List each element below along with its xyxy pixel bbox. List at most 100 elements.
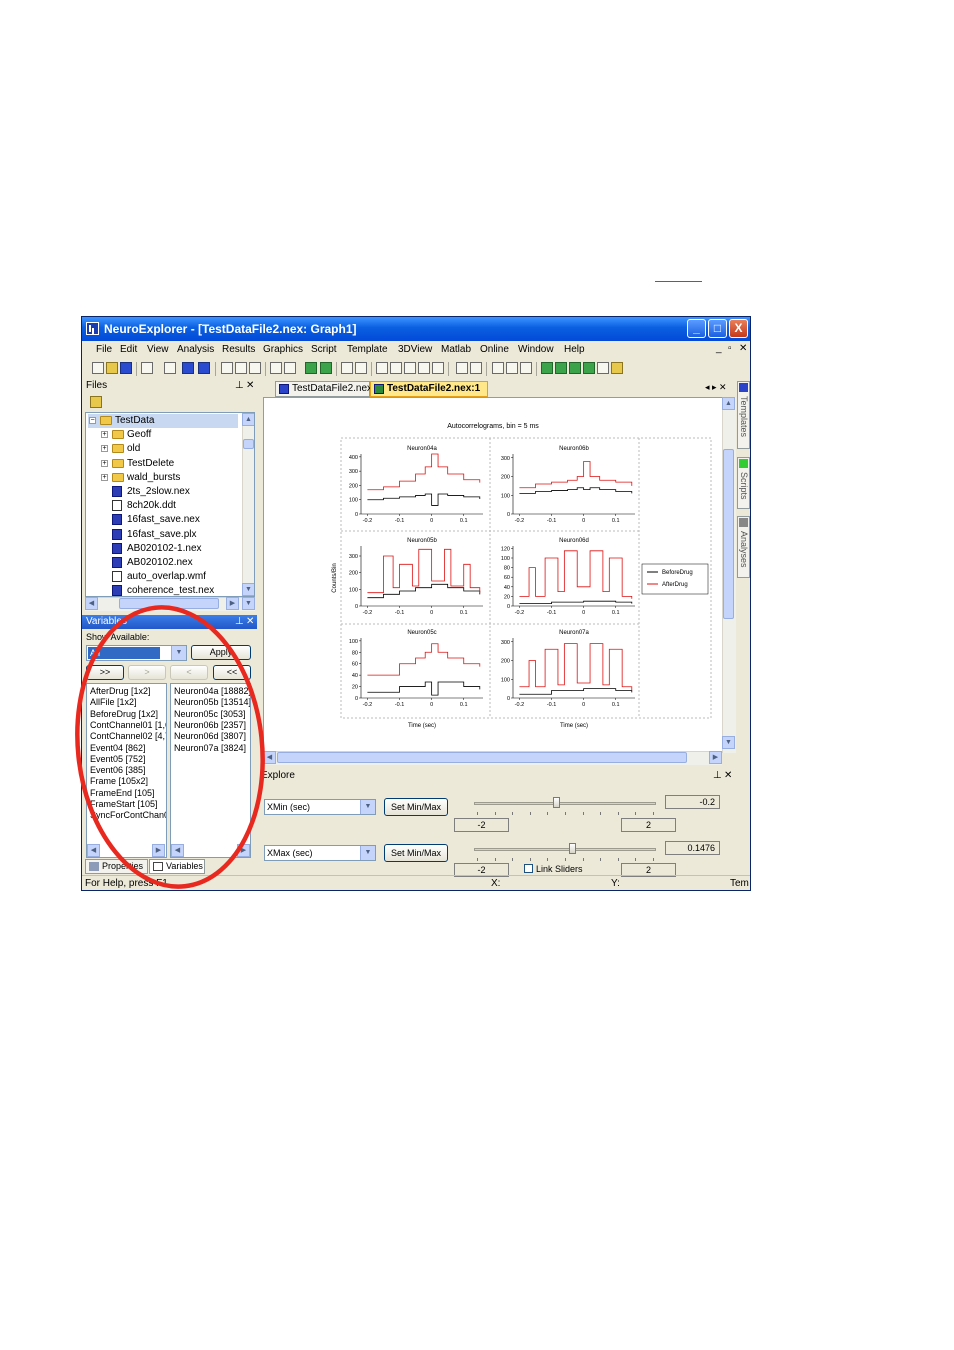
tab-nav-icon[interactable]: ◂ ▸ ✕: [705, 382, 727, 393]
close-button[interactable]: X: [729, 319, 748, 338]
tree-item[interactable]: + TestDelete: [100, 457, 238, 471]
graph-icon[interactable]: [198, 362, 210, 374]
rect-tool-icon[interactable]: [520, 362, 532, 374]
cut-icon[interactable]: [221, 362, 233, 374]
menu-template[interactable]: Template: [347, 344, 388, 355]
xmax-slider-thumb[interactable]: [569, 843, 577, 854]
grid-icon[interactable]: [164, 362, 176, 374]
mdi-close-icon[interactable]: ✕: [739, 343, 747, 354]
layout-5-icon[interactable]: [432, 362, 444, 374]
scroll-down-arrow[interactable]: ▼: [722, 736, 735, 749]
help-icon[interactable]: [611, 362, 623, 374]
layout-4-icon[interactable]: [418, 362, 430, 374]
open-icon[interactable]: [106, 362, 118, 374]
new-icon[interactable]: [92, 362, 104, 374]
font-style-icon[interactable]: [470, 362, 482, 374]
layout-3-icon[interactable]: [404, 362, 416, 374]
tree-item[interactable]: + wald_bursts: [100, 471, 238, 485]
y-tick-label: 300: [349, 554, 358, 560]
xmin-slider-thumb[interactable]: [552, 797, 560, 808]
open-folder-icon[interactable]: [90, 396, 102, 408]
tree-item[interactable]: + Geoff: [100, 428, 238, 442]
save-icon[interactable]: [120, 362, 132, 374]
tree-item[interactable]: − TestData: [88, 414, 238, 428]
set-min-max-button[interactable]: Set Min/Max: [384, 798, 448, 816]
mdi-restore-icon[interactable]: ▫: [728, 343, 732, 354]
menu-window[interactable]: Window: [518, 344, 554, 355]
expand-icon[interactable]: +: [101, 431, 108, 439]
go-forward-icon[interactable]: [569, 362, 581, 374]
tree-item[interactable]: auto_overlap.wmf: [100, 570, 238, 584]
menu-view[interactable]: View: [147, 344, 169, 355]
xmax-slider-track[interactable]: [474, 848, 656, 851]
tree-item[interactable]: 2ts_2slow.nex: [100, 485, 238, 499]
tab-templates[interactable]: Templates: [737, 381, 750, 449]
close-icon[interactable]: ✕: [724, 770, 732, 781]
expand-icon[interactable]: −: [89, 417, 96, 424]
menu-online[interactable]: Online: [480, 344, 509, 355]
run-analysis-icon[interactable]: [305, 362, 317, 374]
line-tool-icon[interactable]: [506, 362, 518, 374]
go-start-icon[interactable]: [541, 362, 553, 374]
sync-icon[interactable]: [597, 362, 609, 374]
xmin-slider-track[interactable]: [474, 802, 656, 805]
zoom-out-icon[interactable]: [355, 362, 367, 374]
menu-analysis[interactable]: Analysis: [177, 344, 214, 355]
tab-testdatafile2[interactable]: TestDataFile2.nex: [275, 381, 372, 397]
link-sliders-checkbox[interactable]: [524, 864, 533, 873]
tab-scripts[interactable]: Scripts: [737, 457, 750, 509]
undo-icon[interactable]: [270, 362, 282, 374]
expand-icon[interactable]: +: [101, 473, 108, 481]
paste-icon[interactable]: [249, 362, 261, 374]
file-tree[interactable]: ▲ ▼ − TestData + Geoff + old + TestDelete + wald_…: [85, 412, 255, 597]
go-end-icon[interactable]: [583, 362, 595, 374]
chevron-down-icon[interactable]: ▼: [360, 846, 375, 860]
tree-item[interactable]: + old: [100, 442, 238, 456]
layout-2-icon[interactable]: [390, 362, 402, 374]
font-size-icon[interactable]: [456, 362, 468, 374]
layout-1-icon[interactable]: [376, 362, 388, 374]
menu-edit[interactable]: Edit: [120, 344, 137, 355]
tab-testdatafile2-graph[interactable]: TestDataFile2.nex:1: [370, 381, 488, 397]
menu-graphics[interactable]: Graphics: [263, 344, 303, 355]
copy-icon[interactable]: [235, 362, 247, 374]
tree-item[interactable]: 8ch20k.ddt: [100, 499, 238, 513]
menu-script[interactable]: Script: [311, 344, 337, 355]
hscroll-thumb[interactable]: [277, 752, 687, 763]
vscroll-thumb[interactable]: [723, 449, 734, 619]
doc-icon[interactable]: [182, 362, 194, 374]
print-icon[interactable]: [141, 362, 153, 374]
zoom-in-icon[interactable]: [341, 362, 353, 374]
mdi-minimize-icon[interactable]: _: [716, 343, 722, 354]
menu-matlab[interactable]: Matlab: [441, 344, 471, 355]
pin-icon[interactable]: ⊥: [235, 380, 244, 391]
tab-analyses[interactable]: Analyses: [737, 516, 750, 578]
scroll-up-arrow[interactable]: ▲: [242, 413, 254, 426]
tree-item[interactable]: AB020102.nex: [100, 556, 238, 570]
menu-results[interactable]: Results: [222, 344, 255, 355]
tree-item[interactable]: AB020102-1.nex: [100, 542, 238, 556]
pin-icon[interactable]: ⊥: [713, 770, 722, 781]
menu-file[interactable]: File: [96, 344, 112, 355]
hyperlink-underline[interactable]: [655, 281, 702, 282]
tree-item[interactable]: 16fast_save.plx: [100, 528, 238, 542]
expand-icon[interactable]: +: [101, 445, 108, 453]
close-icon[interactable]: ✕: [246, 380, 254, 391]
scroll-up-arrow[interactable]: ▲: [722, 397, 735, 410]
maximize-button[interactable]: □: [708, 319, 727, 338]
menu-3dview[interactable]: 3DView: [398, 344, 432, 355]
redo-icon[interactable]: [284, 362, 296, 374]
go-back-icon[interactable]: [555, 362, 567, 374]
tree-item[interactable]: 16fast_save.nex: [100, 513, 238, 527]
expand-icon[interactable]: +: [101, 459, 108, 467]
scroll-thumb[interactable]: [243, 439, 254, 449]
title-bar[interactable]: NeuroExplorer - [TestDataFile2.nex: Grap…: [82, 317, 750, 341]
set-min-max-button-2[interactable]: Set Min/Max: [384, 844, 448, 862]
menu-help[interactable]: Help: [564, 344, 585, 355]
graph-canvas[interactable]: Autocorrelograms, bin = 5 ms Counts/Bin Ne…: [263, 397, 723, 753]
scroll-right-arrow[interactable]: ▶: [709, 751, 722, 764]
text-tool-icon[interactable]: [492, 362, 504, 374]
results-icon[interactable]: [320, 362, 332, 374]
minimize-button[interactable]: _: [687, 319, 706, 338]
chevron-down-icon[interactable]: ▼: [360, 800, 375, 814]
